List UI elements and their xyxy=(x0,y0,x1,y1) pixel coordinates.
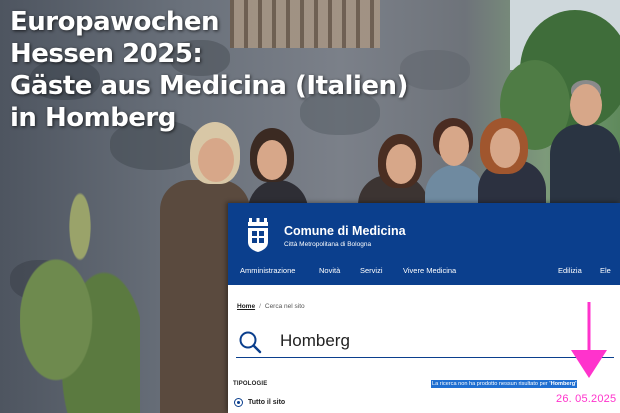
filter-title: TIPOLOGIE xyxy=(233,381,268,387)
search-bar xyxy=(236,325,614,358)
no-results-term: 'Homberg' xyxy=(549,381,577,387)
website-screenshot: Comune di Medicina Città Metropolitana d… xyxy=(228,203,620,413)
site-subtitle: Città Metropolitana di Bologna xyxy=(284,241,372,248)
breadcrumb-separator: / xyxy=(259,303,261,310)
wall-stone xyxy=(400,50,470,90)
headline: Europawochen Hessen 2025: Gäste aus Medi… xyxy=(10,6,408,134)
coat-of-arms-icon[interactable] xyxy=(246,218,270,252)
annotation-date: 26. 05.2025 xyxy=(556,393,617,405)
main-nav: Amministrazione Novità Servizi Vivere Me… xyxy=(228,266,620,280)
nav-item-edilizia[interactable]: Edilizia xyxy=(558,266,582,275)
headline-line-2: Hessen 2025: xyxy=(10,39,203,69)
no-results-text: La ricerca non ha prodotto nessun risult… xyxy=(432,381,550,387)
site-title[interactable]: Comune di Medicina xyxy=(284,224,406,238)
site-header: Comune di Medicina Città Metropolitana d… xyxy=(228,203,620,285)
nav-item-vivere-medicina[interactable]: Vivere Medicina xyxy=(403,266,456,275)
headline-line-4: in Homberg xyxy=(10,103,176,133)
arrow-down-icon xyxy=(571,302,607,378)
breadcrumb-home-link[interactable]: Home xyxy=(237,303,255,310)
breadcrumb: Home / Cerca nel sito xyxy=(237,303,305,310)
search-input[interactable] xyxy=(280,330,580,352)
radio-all-site[interactable] xyxy=(234,398,243,407)
plant xyxy=(20,180,140,413)
search-icon[interactable] xyxy=(238,330,262,354)
radio-all-site-label[interactable]: Tutto il sito xyxy=(248,399,285,406)
nav-item-elezioni[interactable]: Ele xyxy=(600,266,611,275)
headline-line-3: Gäste aus Medicina (Italien) xyxy=(10,71,408,101)
nav-item-amministrazione[interactable]: Amministrazione xyxy=(240,266,295,275)
breadcrumb-current: Cerca nel sito xyxy=(264,303,305,310)
no-results-message: La ricerca non ha prodotto nessun risult… xyxy=(431,380,578,388)
headline-line-1: Europawochen xyxy=(10,7,220,37)
nav-item-servizi[interactable]: Servizi xyxy=(360,266,383,275)
nav-item-novita[interactable]: Novità xyxy=(319,266,340,275)
